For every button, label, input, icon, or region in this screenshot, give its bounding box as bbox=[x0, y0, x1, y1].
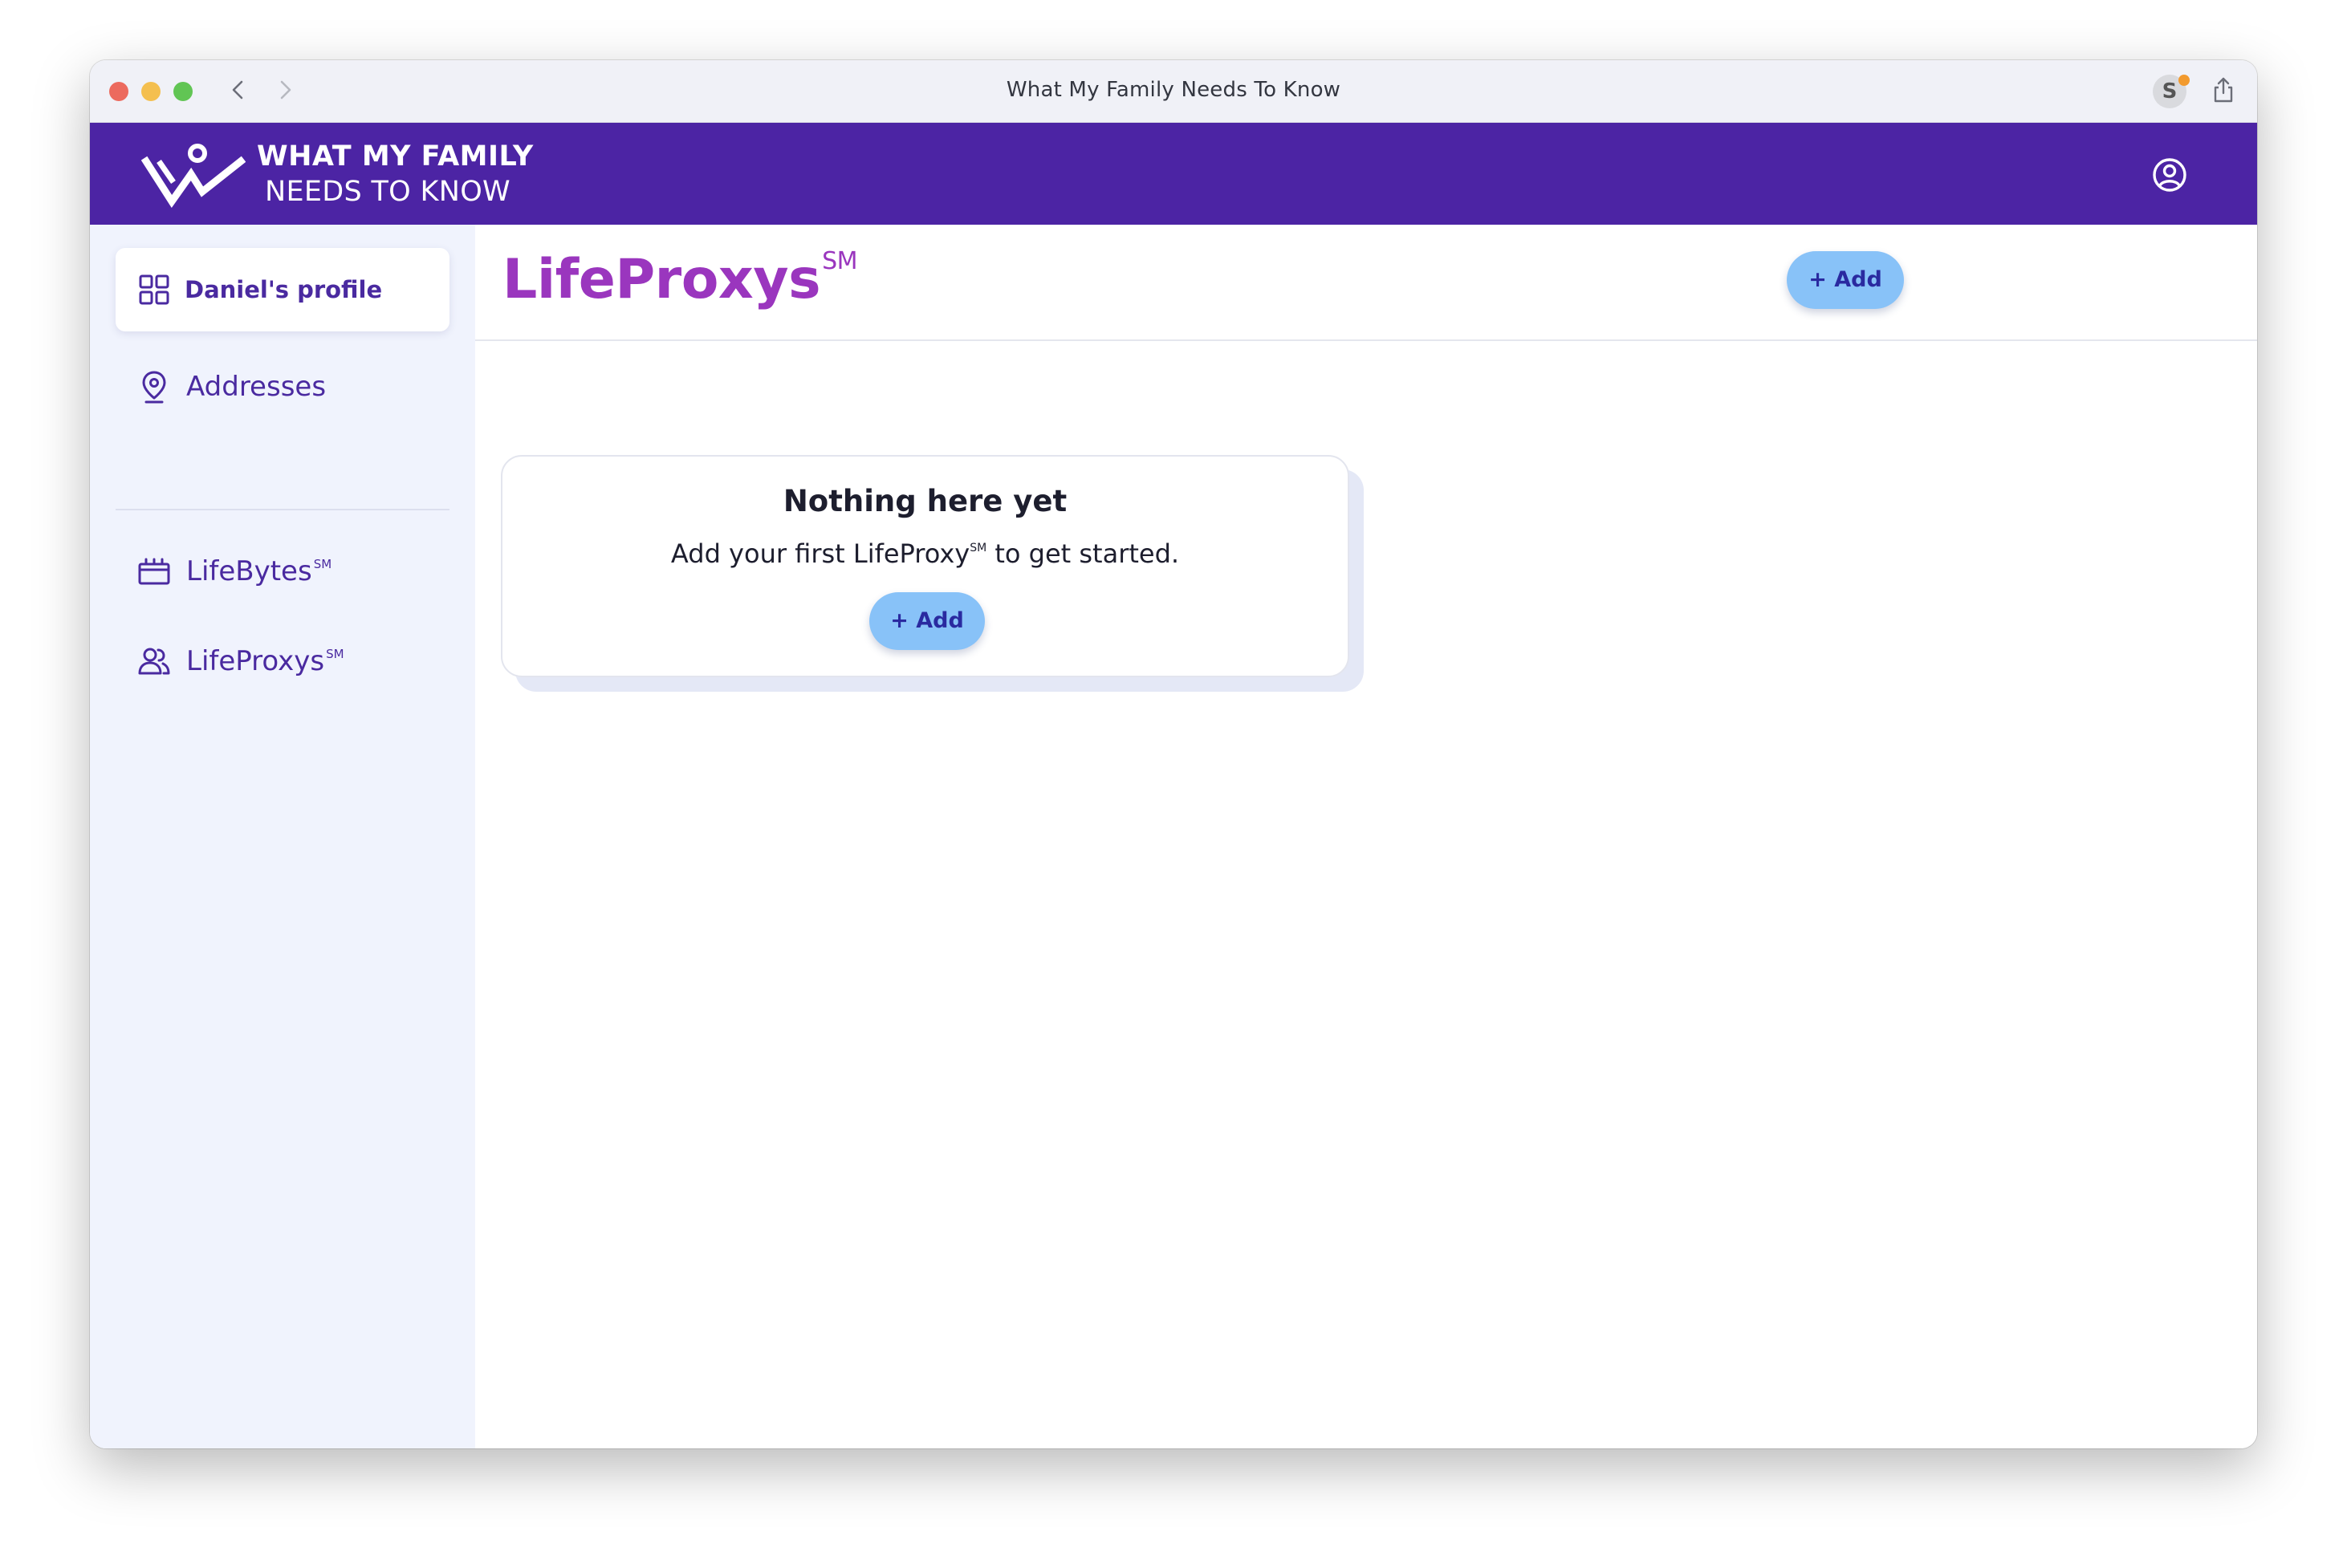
sidebar-item-addresses[interactable]: Addresses bbox=[116, 345, 449, 429]
window-title: What My Family Needs To Know bbox=[1006, 78, 1341, 102]
service-mark: SM bbox=[822, 247, 858, 275]
sidebar-divider bbox=[116, 509, 449, 510]
add-lifeproxy-button[interactable]: + Add bbox=[1787, 251, 1904, 309]
sidebar-item-label: LifeBytes SM bbox=[186, 555, 332, 587]
empty-state-text: Add your first LifeProxySM to get starte… bbox=[670, 538, 1180, 569]
app-header: WHAT MY FAMILY NEEDS TO KNOW bbox=[90, 123, 2257, 225]
brand-name-line2: NEEDS TO KNOW bbox=[265, 176, 510, 208]
empty-state-add-button[interactable]: + Add bbox=[869, 592, 985, 650]
main-content: LifeProxysSM + Add Nothing here yet Add … bbox=[475, 225, 2257, 1448]
sidebar-item-profile[interactable]: Daniel's profile bbox=[116, 248, 449, 331]
sidebar-item-lifeproxys[interactable]: LifeProxys SM bbox=[116, 619, 449, 703]
grid-icon bbox=[139, 274, 169, 305]
title-bar: What My Family Needs To Know S bbox=[90, 60, 2257, 123]
page-title: LifeProxysSM bbox=[502, 247, 858, 311]
sidebar-item-label: LifeProxys SM bbox=[186, 645, 344, 677]
sidebar: Daniel's profile Addresses LifeBytesSM bbox=[90, 225, 475, 1448]
sidebar-item-label: Daniel's profile bbox=[185, 276, 383, 303]
sidebar-item-label: Addresses bbox=[186, 371, 327, 403]
empty-state-card: Nothing here yet Add your first LifeProx… bbox=[501, 455, 1349, 677]
service-mark: SM bbox=[326, 647, 344, 661]
account-icon[interactable] bbox=[2151, 156, 2188, 193]
extension-icon[interactable]: S bbox=[2153, 75, 2190, 108]
people-icon bbox=[138, 648, 170, 675]
brand-logo-icon[interactable] bbox=[141, 142, 246, 209]
location-pin-icon bbox=[142, 371, 166, 404]
share-icon[interactable] bbox=[2209, 75, 2238, 104]
extension-badge bbox=[2178, 75, 2190, 86]
brand-name-line1: WHAT MY FAMILY bbox=[257, 140, 534, 173]
briefcase-icon bbox=[138, 558, 170, 585]
empty-state-heading: Nothing here yet bbox=[783, 484, 1068, 518]
sidebar-item-lifebytes[interactable]: LifeBytes SM bbox=[116, 530, 449, 613]
app-window: What My Family Needs To Know S WHAT MY F… bbox=[90, 60, 2257, 1448]
header-divider bbox=[475, 339, 2257, 341]
service-mark: SM bbox=[313, 557, 332, 571]
service-mark: SM bbox=[970, 542, 987, 554]
